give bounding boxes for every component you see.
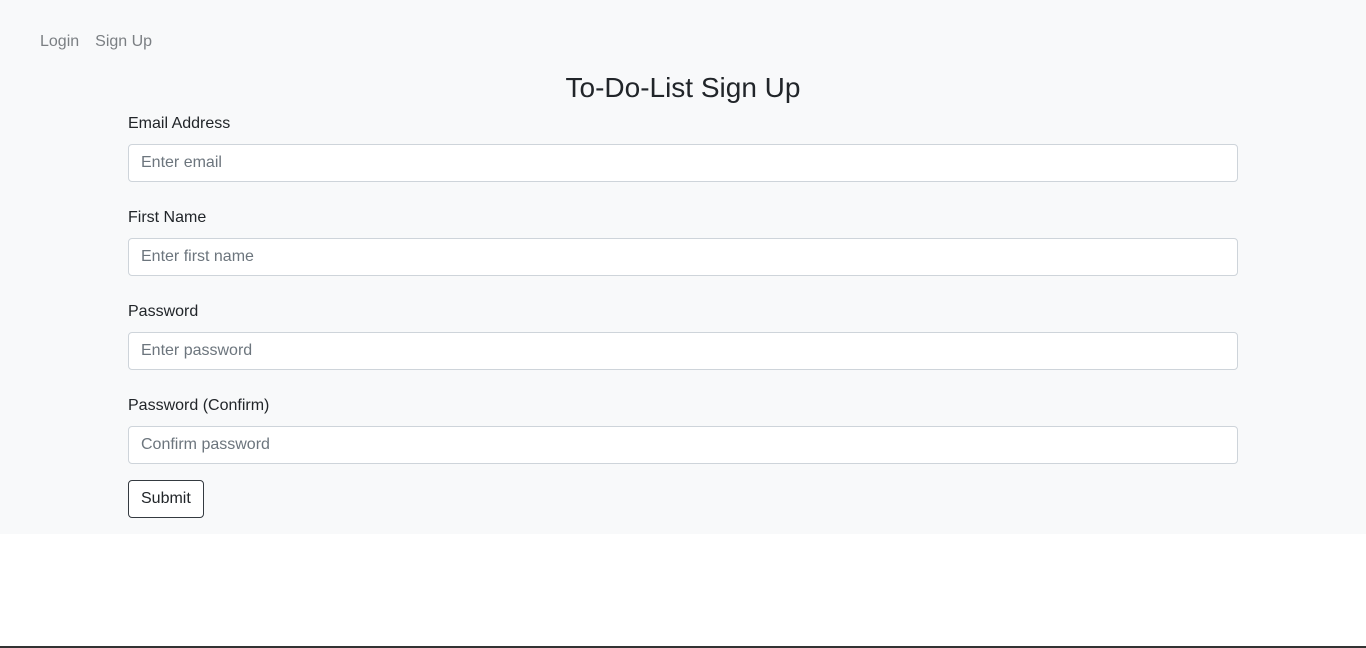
top-nav: Login Sign Up: [32, 28, 160, 56]
password-confirm-label: Password (Confirm): [128, 397, 270, 414]
email-group: Email Address: [128, 112, 1238, 182]
page: Login Sign Up To-Do-List Sign Up Email A…: [0, 0, 1366, 648]
page-title: To-Do-List Sign Up: [565, 72, 801, 103]
email-label: Email Address: [128, 115, 231, 132]
email-field[interactable]: [128, 144, 1238, 182]
password-confirm-field[interactable]: [128, 426, 1238, 464]
password-label: Password: [128, 303, 199, 320]
signup-panel: Login Sign Up To-Do-List Sign Up Email A…: [0, 0, 1366, 534]
password-field[interactable]: [128, 332, 1238, 370]
submit-button[interactable]: Submit: [128, 480, 204, 518]
password-group: Password: [128, 300, 1238, 370]
password-confirm-group: Password (Confirm): [128, 394, 1238, 464]
first-name-label: First Name: [128, 209, 207, 226]
nav-login-link[interactable]: Login: [32, 28, 87, 56]
first-name-field[interactable]: [128, 238, 1238, 276]
first-name-group: First Name: [128, 206, 1238, 276]
nav-signup-link[interactable]: Sign Up: [87, 28, 160, 56]
signup-form: Email Address First Name Password Passwo…: [128, 112, 1238, 464]
